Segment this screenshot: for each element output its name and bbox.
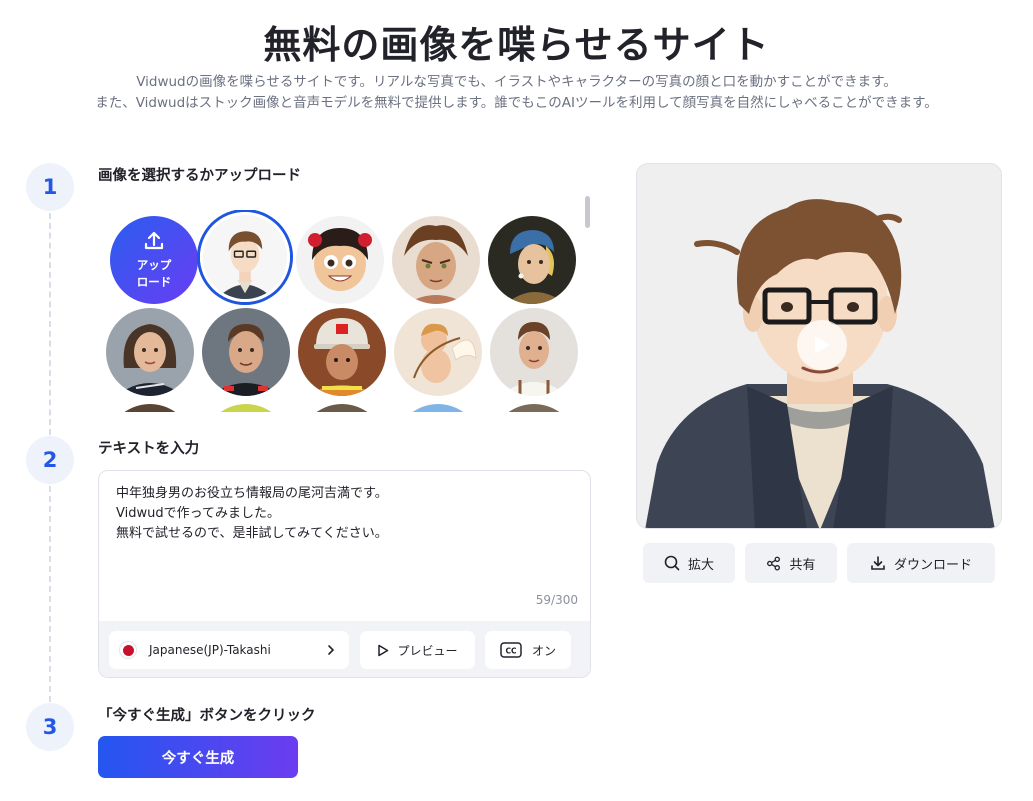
subtitle-line-1: Vidwudの画像を喋らせるサイトです。リアルな写真でも、イラストやキャラクター… [136, 74, 897, 90]
avatar-pearl-earring-girl[interactable] [488, 216, 576, 304]
avatar-row3-4[interactable] [394, 404, 482, 412]
download-label: ダウンロード [893, 557, 972, 573]
upload-label-line2: ロード [136, 275, 172, 289]
script-line-1: 中年独身男のお役立ち情報局の尾河吉満です。 [116, 486, 388, 501]
share-label: 共有 [789, 557, 816, 573]
search-icon [664, 555, 680, 571]
voice-label: Japanese(JP)-Takashi [149, 643, 271, 657]
text-input-toolbar: Japanese(JP)-Takashi プレビュー CC オン [99, 621, 590, 677]
caption-toggle-label: オン [531, 643, 556, 658]
avatar-fierce-warrior[interactable] [392, 216, 480, 304]
page-title: 無料の画像を喋らせるサイト [263, 23, 770, 67]
play-icon [815, 336, 830, 354]
avatar-cupid[interactable] [394, 308, 482, 396]
step-2-label: テキストを入力 [98, 441, 200, 457]
download-icon [871, 556, 885, 570]
upload-label-line1: アップ [136, 258, 172, 272]
closed-caption-icon: CC [500, 642, 522, 658]
avatar-row3-2[interactable] [202, 404, 290, 412]
upload-icon [144, 231, 164, 250]
japan-flag-icon [119, 641, 137, 659]
preview-label: プレビュー [397, 643, 458, 658]
subtitle-line-2: また、Vidwudはストック画像と音声モデルを無料で提供します。誰でもこのAIツ… [95, 95, 938, 111]
caption-toggle[interactable]: CC オン [485, 631, 571, 669]
character-counter: 59/300 [535, 593, 578, 607]
share-button[interactable]: 共有 [745, 543, 837, 583]
page-subtitle: Vidwudの画像を喋らせるサイトです。リアルな写真でも、イラストやキャラクター… [0, 72, 1033, 114]
upload-button[interactable]: アップ ロード [110, 216, 198, 304]
play-button[interactable] [797, 320, 847, 370]
avatar-row3-3[interactable] [298, 404, 386, 412]
step-3-number: 3 [26, 703, 74, 751]
step-connector-2 [49, 486, 51, 702]
preview-panel [636, 163, 1002, 529]
voice-selector[interactable]: Japanese(JP)-Takashi [109, 631, 349, 669]
download-button[interactable]: ダウンロード [847, 543, 995, 583]
step-1-label: 画像を選択するかアップロード [98, 168, 301, 184]
avatar-racing-man[interactable] [202, 308, 290, 396]
script-line-2: Vidwudで作ってみました。 [116, 506, 280, 521]
chevron-right-icon [328, 645, 335, 655]
script-line-3: 無料で試せるので、是非試してみてください。 [116, 526, 388, 541]
step-3-label: 「今すぐ生成」ボタンをクリック [98, 708, 316, 724]
svg-text:CC: CC [505, 647, 517, 656]
step-connector-1 [49, 213, 51, 435]
zoom-button[interactable]: 拡大 [643, 543, 735, 583]
avatar-row3-5[interactable] [490, 404, 578, 412]
zoom-label: 拡大 [687, 557, 714, 573]
script-textarea[interactable]: 中年独身男のお役立ち情報局の尾河吉満です。 Vidwudで作ってみました。 無料… [116, 484, 388, 544]
text-input-card: 中年独身男のお役立ち情報局の尾河吉満です。 Vidwudで作ってみました。 無料… [98, 470, 591, 678]
avatar-racing-woman[interactable] [106, 308, 194, 396]
step-1-number: 1 [26, 163, 74, 211]
avatar-anime-man[interactable] [200, 212, 290, 302]
generate-now-button[interactable]: 今すぐ生成 [98, 736, 298, 778]
preview-button[interactable]: プレビュー [360, 631, 475, 669]
share-icon [767, 556, 781, 570]
play-outline-icon [378, 644, 389, 656]
avatar-firefighter[interactable] [298, 308, 386, 396]
avatar-row3-1[interactable] [106, 404, 194, 412]
avatar-cartoon-girl[interactable] [296, 216, 384, 304]
avatar-chef-man[interactable] [490, 308, 578, 396]
avatar-grid-scrollbar[interactable] [585, 196, 590, 228]
avatar-grid: アップ ロード [104, 210, 579, 412]
step-2-number: 2 [26, 436, 74, 484]
